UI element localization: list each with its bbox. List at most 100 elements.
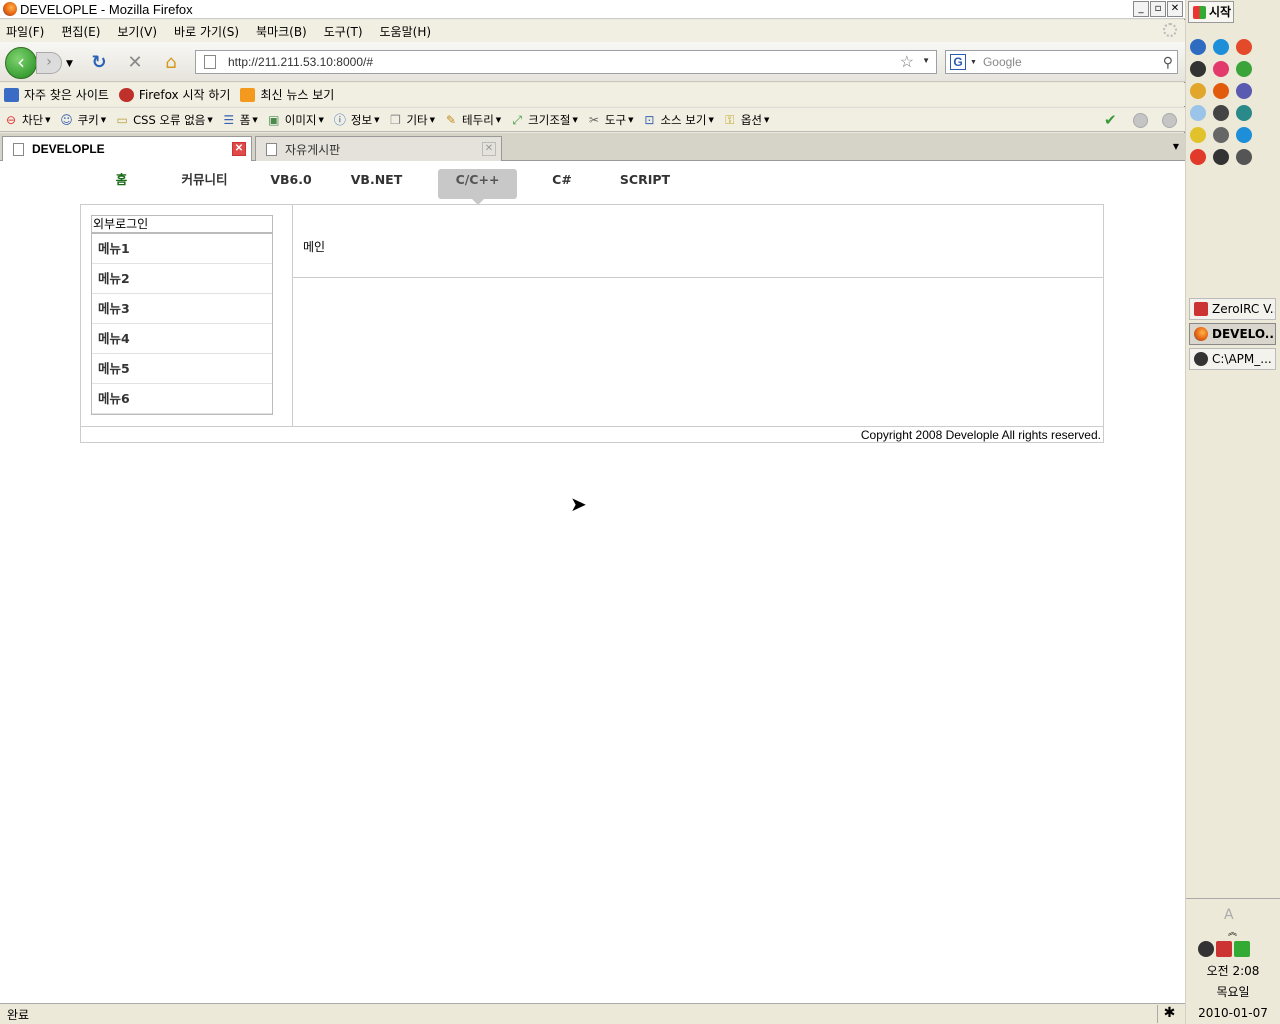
taskbar-apm[interactable]: C:\APM_... bbox=[1189, 348, 1276, 370]
menu-file[interactable]: 파일(F) bbox=[6, 23, 44, 40]
quick-launch-icon[interactable] bbox=[1190, 61, 1206, 77]
main-label: 메인 bbox=[303, 240, 326, 254]
side-menu-item-2[interactable]: 메뉴2 bbox=[92, 264, 272, 294]
close-tab-icon[interactable]: ✕ bbox=[482, 142, 496, 156]
tab-free-board[interactable]: 자유게시판 ✕ bbox=[255, 136, 502, 161]
side-menu-item-3[interactable]: 메뉴3 bbox=[92, 294, 272, 324]
expand-icon[interactable]: ︽ bbox=[1228, 925, 1237, 938]
taskbar-firefox[interactable]: DEVELO... bbox=[1189, 323, 1276, 345]
search-box[interactable]: G ▼ Google ⚲ bbox=[945, 50, 1178, 74]
tab-develople[interactable]: DEVELOPLE ✕ bbox=[2, 136, 252, 161]
stop-icon[interactable]: ✕ bbox=[124, 52, 146, 74]
bookmark-label: 자주 찾은 사이트 bbox=[24, 88, 109, 102]
quick-launch-icon[interactable] bbox=[1236, 149, 1252, 165]
menu-bookmarks[interactable]: 북마크(B) bbox=[256, 23, 307, 40]
quick-launch-icon[interactable] bbox=[1213, 127, 1229, 143]
bookmark-label: Firefox 시작 하기 bbox=[138, 88, 231, 102]
back-button[interactable]: ‹ bbox=[5, 47, 37, 79]
maximize-button[interactable]: ▫ bbox=[1150, 1, 1166, 17]
menu-help[interactable]: 도움말(H) bbox=[380, 23, 432, 40]
quick-launch-icon[interactable] bbox=[1213, 149, 1229, 165]
quick-launch-icon[interactable] bbox=[1213, 39, 1229, 55]
nav-script[interactable]: SCRIPT bbox=[607, 169, 683, 199]
wd-view-source[interactable]: ⊡ 소스 보기 ▼ bbox=[642, 112, 713, 128]
url-bar[interactable]: http://211.211.53.10:8000/# ☆ ▼ bbox=[195, 50, 937, 74]
wd-disable[interactable]: ⊖ 차단 ▼ bbox=[4, 112, 51, 128]
wd-options[interactable]: ⚿ 옵션 ▼ bbox=[723, 112, 769, 128]
wd-outline[interactable]: ✎ 테두리 ▼ bbox=[444, 112, 501, 128]
wd-label: 기타 bbox=[406, 112, 428, 127]
wd-information[interactable]: ⓘ 정보 ▼ bbox=[333, 112, 380, 128]
wd-images[interactable]: ▣ 이미지 ▼ bbox=[267, 112, 324, 128]
site-top-nav: 홈 커뮤니티 VB6.0 VB.NET C/C++ C# SCRIPT bbox=[101, 169, 683, 205]
quick-launch-icon[interactable] bbox=[1236, 105, 1252, 121]
start-button[interactable]: 시작 bbox=[1188, 1, 1234, 23]
external-login-label[interactable]: 외부로그인 bbox=[92, 216, 272, 234]
history-dropdown-icon[interactable]: ▼ bbox=[66, 59, 73, 69]
wd-label: 옵션 bbox=[740, 112, 762, 127]
quick-launch-icon[interactable] bbox=[1236, 83, 1252, 99]
bookmark-most-visited[interactable]: 자주 찾은 사이트 bbox=[4, 86, 109, 103]
quick-launch-icon[interactable] bbox=[1190, 149, 1206, 165]
clock[interactable]: 오전 2:08 목요일 2010-01-07 bbox=[1186, 961, 1280, 1024]
quick-launch-icon[interactable] bbox=[1190, 127, 1206, 143]
quick-launch-icon[interactable] bbox=[1213, 105, 1229, 121]
firebug-icon[interactable]: ✱ bbox=[1157, 1005, 1181, 1023]
nav-cpp[interactable]: C/C++ bbox=[438, 169, 517, 205]
minimize-button[interactable]: _ bbox=[1133, 1, 1149, 17]
nav-vb6[interactable]: VB6.0 bbox=[267, 169, 315, 199]
reload-icon[interactable]: ↻ bbox=[88, 52, 110, 74]
wd-misc[interactable]: ❒ 기타 ▼ bbox=[388, 112, 435, 128]
search-icon[interactable]: ⚲ bbox=[1163, 54, 1173, 71]
menu-tools[interactable]: 도구(T) bbox=[324, 23, 363, 40]
nav-community[interactable]: 커뮤니티 bbox=[142, 169, 267, 199]
tray-v3-icon[interactable] bbox=[1234, 941, 1250, 957]
tray-irc-icon[interactable] bbox=[1216, 941, 1232, 957]
bookmark-star-icon[interactable]: ☆ bbox=[900, 52, 914, 72]
close-tab-icon[interactable]: ✕ bbox=[232, 142, 246, 156]
search-input[interactable]: Google bbox=[983, 55, 1022, 69]
side-menu-item-5[interactable]: 메뉴5 bbox=[92, 354, 272, 384]
side-menu-item-1[interactable]: 메뉴1 bbox=[92, 234, 272, 264]
misc-icon: ❒ bbox=[390, 112, 401, 127]
show-hidden-icons-icon[interactable]: A bbox=[1224, 907, 1234, 923]
wd-tools[interactable]: ✂ 도구 ▼ bbox=[587, 112, 634, 128]
close-button[interactable]: ✕ bbox=[1167, 1, 1183, 17]
wd-css[interactable]: ▭ CSS 오류 없음 ▼ bbox=[115, 112, 212, 128]
side-menu-item-6[interactable]: 메뉴6 bbox=[92, 384, 272, 414]
forward-button[interactable]: › bbox=[36, 52, 62, 74]
nav-home[interactable]: 홈 bbox=[101, 169, 142, 199]
tray-app-icon[interactable] bbox=[1198, 941, 1214, 957]
quick-launch-icon[interactable] bbox=[1190, 39, 1206, 55]
js-status-icon[interactable] bbox=[1162, 113, 1177, 128]
css-valid-check-icon[interactable]: ✔ bbox=[1104, 113, 1119, 128]
menu-view[interactable]: 보기(V) bbox=[117, 23, 157, 40]
home-icon[interactable]: ⌂ bbox=[160, 52, 182, 74]
wd-resize[interactable]: ⤢ 크기조절 ▼ bbox=[510, 112, 578, 128]
nav-vbnet[interactable]: VB.NET bbox=[315, 169, 438, 199]
nav-csharp[interactable]: C# bbox=[517, 169, 607, 199]
quick-launch-icon[interactable] bbox=[1236, 127, 1252, 143]
wd-label: 폼 bbox=[239, 112, 251, 127]
wd-forms[interactable]: ☰ 폼 ▼ bbox=[222, 112, 257, 128]
menu-go[interactable]: 바로 가기(S) bbox=[174, 23, 239, 40]
quick-launch-icon[interactable] bbox=[1190, 83, 1206, 99]
url-text[interactable]: http://211.211.53.10:8000/# bbox=[228, 55, 373, 69]
quick-launch-icon[interactable] bbox=[1236, 39, 1252, 55]
wd-cookies[interactable]: ☺ 쿠키 ▼ bbox=[60, 112, 106, 128]
menu-edit[interactable]: 편집(E) bbox=[61, 23, 100, 40]
html-status-icon[interactable] bbox=[1133, 113, 1148, 128]
tab-list-dropdown-icon[interactable]: ▼ bbox=[1173, 142, 1179, 151]
bookmark-latest-headlines[interactable]: 최신 뉴스 보기 bbox=[240, 86, 334, 103]
taskbar-zeroirc[interactable]: ZeroIRC V... bbox=[1189, 298, 1276, 320]
search-engine-dropdown-icon[interactable]: ▼ bbox=[970, 59, 977, 66]
bookmark-getting-started[interactable]: Firefox 시작 하기 bbox=[118, 86, 231, 103]
side-menu-item-4[interactable]: 메뉴4 bbox=[92, 324, 272, 354]
url-dropdown-icon[interactable]: ▼ bbox=[922, 56, 930, 65]
google-icon[interactable]: G bbox=[950, 54, 966, 70]
quick-launch bbox=[1190, 39, 1259, 165]
quick-launch-icon[interactable] bbox=[1236, 61, 1252, 77]
quick-launch-icon[interactable] bbox=[1213, 83, 1229, 99]
quick-launch-icon[interactable] bbox=[1190, 105, 1206, 121]
quick-launch-icon[interactable] bbox=[1213, 61, 1229, 77]
